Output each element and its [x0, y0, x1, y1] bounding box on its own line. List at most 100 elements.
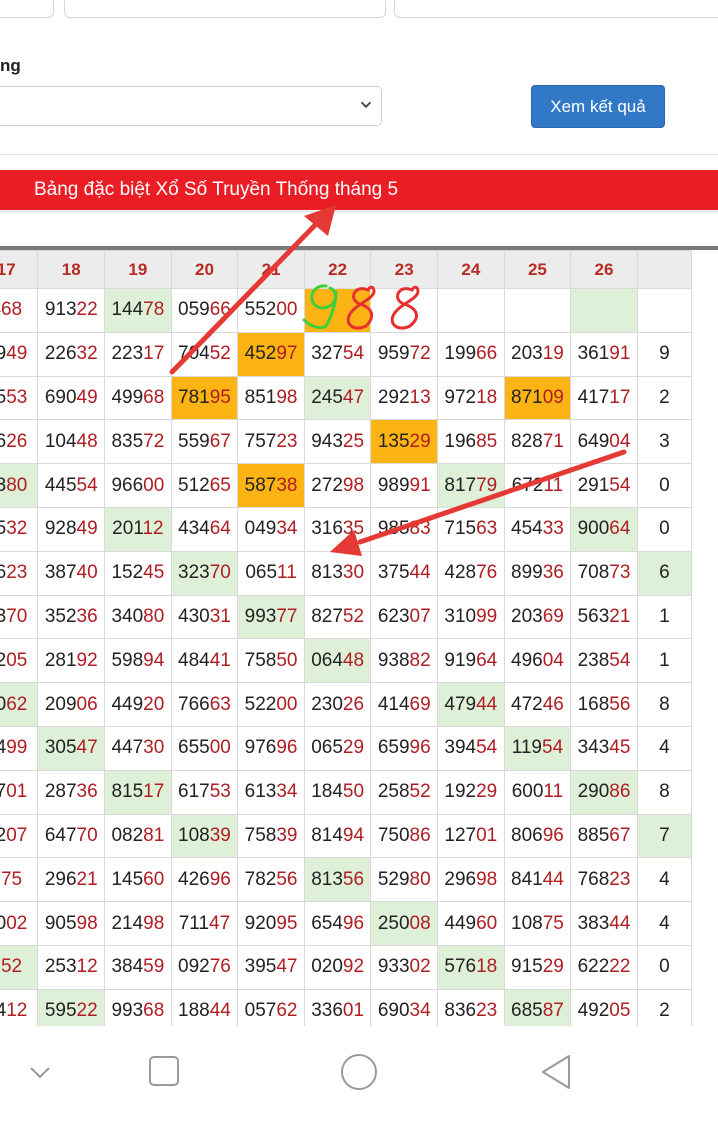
result-cell: 06529 [303, 725, 372, 771]
result-cell [636, 288, 693, 333]
results-table-container[interactable]: 17181920212223242526 4689132214478059665… [0, 246, 718, 1026]
filter-card-middle[interactable] [64, 0, 386, 18]
column-header-day: 22 [303, 250, 372, 289]
table-row: 2205281925989448441758500644893882919644… [0, 638, 693, 684]
table-row: 5380445549660051265587382729898991817796… [0, 463, 693, 508]
result-cell: 25008 [370, 901, 439, 946]
result-cell: 4 [636, 857, 693, 903]
result-cell: 45433 [503, 506, 572, 552]
circle-home-icon[interactable] [341, 1054, 377, 1090]
result-cell: 32370 [170, 550, 239, 596]
filter-card-left[interactable] [0, 0, 54, 18]
result-cell: 9 [636, 331, 693, 377]
result-cell: 69034 [370, 988, 439, 1026]
result-cell: 81330 [303, 550, 372, 596]
result-cell: 44960 [437, 901, 505, 946]
result-cell: 44730 [104, 725, 172, 771]
result-cell: 47246 [503, 682, 572, 727]
result-cell: 81494 [303, 813, 372, 859]
result-cell: 56321 [570, 594, 638, 640]
result-cell: 15245 [104, 550, 172, 596]
result-cell: 3412 [0, 988, 39, 1026]
result-cell: 60011 [503, 769, 572, 815]
table-row: 9522531238459092763954702092933025761891… [0, 944, 693, 990]
result-cell: 90064 [570, 506, 638, 552]
result-cell: 20369 [503, 594, 572, 640]
result-cell: 23026 [303, 682, 372, 727]
result-cell [370, 288, 439, 333]
table-title-banner: Bảng đặc biệt Xổ Số Truyền Thống tháng 5 [0, 170, 718, 210]
result-cell: 64904 [570, 419, 638, 465]
result-cell: 06448 [303, 638, 372, 684]
result-cell: 34080 [104, 594, 172, 640]
result-cell: 57618 [437, 944, 505, 990]
result-cell: 83572 [104, 419, 172, 465]
triangle-back-icon[interactable] [542, 1055, 570, 1089]
result-cell: 14478 [104, 288, 172, 333]
result-cell: 7701 [0, 769, 39, 815]
result-cell: 99377 [237, 594, 305, 640]
chevron-down-icon[interactable] [30, 1067, 50, 1079]
filter-card-right[interactable] [394, 0, 718, 18]
result-cell: 81517 [104, 769, 172, 815]
table-row: 7949226322231770452452973275495972199662… [0, 331, 693, 377]
result-cell: 38459 [104, 944, 172, 990]
result-cell: 33601 [303, 988, 372, 1026]
result-cell: 61753 [170, 769, 239, 815]
result-cell [303, 288, 372, 333]
result-cell: 10875 [503, 901, 572, 946]
result-cell: 49968 [104, 375, 172, 421]
result-cell: 97696 [237, 725, 305, 771]
result-cell: 70873 [570, 550, 638, 596]
result-cell: 80696 [503, 813, 572, 859]
result-cell: 51265 [170, 463, 239, 508]
result-cell: 78195 [170, 375, 239, 421]
result-cell: 71563 [437, 506, 505, 552]
result-cell: 10839 [170, 813, 239, 859]
month-select[interactable] [0, 86, 382, 126]
result-cell: 91322 [37, 288, 106, 333]
result-cell: 38740 [37, 550, 106, 596]
result-cell: 64770 [37, 813, 106, 859]
result-cell: 8 [636, 682, 693, 727]
result-cell: 49604 [503, 638, 572, 684]
column-header-day: 20 [170, 250, 239, 289]
result-cell: 29154 [570, 463, 638, 508]
result-cell: 7002 [0, 901, 39, 946]
result-cell: 3 [636, 419, 693, 465]
view-results-button[interactable]: Xem kết quả [531, 85, 665, 128]
column-header-day: 23 [370, 250, 439, 289]
result-cell: 3553 [0, 375, 39, 421]
divider [0, 154, 718, 155]
table-row: 9370352363408043031993778275262307310992… [0, 594, 693, 640]
result-cell: 48441 [170, 638, 239, 684]
result-cell: 98583 [370, 506, 439, 552]
result-cell: 28192 [37, 638, 106, 684]
result-cell: 19966 [437, 331, 505, 377]
square-recent-icon[interactable] [149, 1056, 179, 1086]
result-cell: 8 [636, 769, 693, 815]
result-cell: 05762 [237, 988, 305, 1026]
result-cell: 92095 [237, 901, 305, 946]
result-cell: 2 [636, 988, 693, 1026]
result-cell: 62222 [570, 944, 638, 990]
result-cell: 28736 [37, 769, 106, 815]
result-cell: 4207 [0, 813, 39, 859]
result-cell: 7623 [0, 550, 39, 596]
result-cell: 468 [0, 288, 39, 333]
result-cell: 68587 [503, 988, 572, 1026]
result-cell: 45297 [237, 331, 305, 377]
result-cell: 78256 [237, 857, 305, 903]
table-row: 7623387401524532370065118133037544428768… [0, 550, 693, 596]
result-cell: 5380 [0, 463, 39, 508]
result-cell: 75839 [237, 813, 305, 859]
android-navigation-bar [0, 1026, 718, 1119]
result-cell: 47944 [437, 682, 505, 727]
result-cell: 0 [636, 506, 693, 552]
table-row: 46891322144780596655200 [0, 288, 693, 333]
result-cell: 52200 [237, 682, 305, 727]
result-cell: 75086 [370, 813, 439, 859]
result-cell: 16856 [570, 682, 638, 727]
result-cell: 39454 [437, 725, 505, 771]
result-cell: 82752 [303, 594, 372, 640]
